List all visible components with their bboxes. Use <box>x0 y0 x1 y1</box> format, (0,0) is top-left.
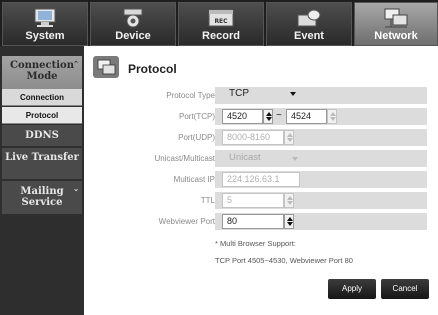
unicast-multicast-value: Unicast <box>229 152 261 163</box>
svg-text:REC: REC <box>214 18 228 25</box>
sidebar: ⌃ Connection Mode Connection Protocol DD… <box>0 46 84 315</box>
tab-system-label: System <box>25 30 65 42</box>
tab-device-label: Device <box>115 30 151 42</box>
ttl-input[interactable]: 5 <box>222 193 284 208</box>
camera-icon <box>123 8 143 28</box>
tab-record[interactable]: REC Record <box>178 2 264 46</box>
spin-up-icon[interactable] <box>330 112 336 116</box>
protocol-panel: Protocol Protocol Type TCP Port(TCP) 452… <box>85 46 438 315</box>
unicast-multicast-label: Unicast/Multicast <box>154 154 215 163</box>
sidebar-item-protocol[interactable]: Protocol <box>2 107 82 124</box>
sidebar-live-transfer-label: Live Transfer <box>5 152 79 163</box>
port-tcp-from-input[interactable]: 4520 <box>222 109 263 124</box>
protocol-type-label: Protocol Type <box>166 91 215 100</box>
port-tcp-from-stepper[interactable] <box>263 109 273 124</box>
webviewer-port-stepper[interactable] <box>284 214 294 229</box>
ttl-stepper[interactable] <box>284 193 294 208</box>
apply-button[interactable]: Apply <box>328 279 376 299</box>
spin-up-icon[interactable] <box>287 196 293 200</box>
spin-up-icon[interactable] <box>287 217 293 221</box>
port-tcp-to-stepper[interactable] <box>327 109 337 124</box>
protocol-icon <box>93 56 119 78</box>
sidebar-connection-mode[interactable]: ⌃ Connection Mode <box>2 56 82 90</box>
sidebar-mailing-service-label: Mailing Service <box>20 186 64 208</box>
cancel-button[interactable]: Cancel <box>381 279 429 299</box>
spin-up-icon[interactable] <box>266 112 272 116</box>
spin-down-icon[interactable] <box>330 117 336 121</box>
dropdown-arrow-icon <box>292 157 298 161</box>
tab-network[interactable]: Network <box>354 2 438 46</box>
protocol-type-select[interactable]: TCP <box>222 87 300 103</box>
port-udp-label: Port(UDP) <box>178 133 215 142</box>
protocol-type-value: TCP <box>229 88 249 99</box>
spin-down-icon[interactable] <box>266 117 272 121</box>
tab-event[interactable]: Event <box>266 2 352 46</box>
multicast-ip-label: Multicast IP <box>173 175 215 184</box>
sidebar-item-protocol-label: Protocol <box>25 111 59 120</box>
sidebar-mailing-service[interactable]: ⌄ Mailing Service <box>2 181 82 214</box>
port-range-separator: ~ <box>276 110 282 121</box>
multi-browser-note: * Multi Browser Support: <box>215 239 296 248</box>
event-icon <box>297 9 321 27</box>
monitor-icon <box>34 8 56 27</box>
multicast-ip-input[interactable]: 224.126.63.1 <box>222 172 300 187</box>
page-title: Protocol <box>128 62 177 76</box>
port-tcp-label: Port(TCP) <box>179 112 215 121</box>
port-tcp-to-input[interactable]: 4524 <box>286 109 327 124</box>
tab-device[interactable]: Device <box>90 2 176 46</box>
tab-system[interactable]: System <box>2 2 88 46</box>
tab-event-label: Event <box>294 30 324 42</box>
sidebar-live-transfer[interactable]: Live Transfer <box>2 148 82 179</box>
port-udp-stepper[interactable] <box>284 130 294 145</box>
sidebar-ddns-label: DDNS <box>25 130 59 141</box>
webviewer-port-input[interactable]: 80 <box>222 214 284 229</box>
main-menu-bar: System Device REC Record Event Network <box>0 0 438 46</box>
multi-browser-ports-note: TCP Port 4505~4530, Webviewer Port 80 <box>215 256 353 265</box>
sidebar-connection-mode-label: Connection Mode <box>10 60 74 82</box>
spin-down-icon[interactable] <box>287 222 293 226</box>
tab-network-label: Network <box>374 30 418 42</box>
tab-record-label: Record <box>202 30 240 42</box>
sidebar-item-connection[interactable]: Connection <box>2 89 82 106</box>
chevron-down-icon[interactable]: ⌄ <box>73 183 79 194</box>
dropdown-arrow-icon <box>290 92 296 96</box>
port-udp-input[interactable]: 8000-8160 <box>222 130 284 145</box>
spin-down-icon[interactable] <box>287 201 293 205</box>
ttl-label: TTL <box>200 196 215 205</box>
unicast-multicast-select[interactable]: Unicast <box>222 150 300 166</box>
chevron-up-icon[interactable]: ⌃ <box>73 58 79 69</box>
network-icon <box>384 8 408 28</box>
sidebar-item-connection-label: Connection <box>20 93 64 102</box>
spin-down-icon[interactable] <box>287 138 293 142</box>
rec-icon: REC <box>208 9 234 27</box>
sidebar-ddns[interactable]: DDNS <box>2 125 82 146</box>
webviewer-port-label: Webviewer Port <box>158 217 215 226</box>
spin-up-icon[interactable] <box>287 133 293 137</box>
